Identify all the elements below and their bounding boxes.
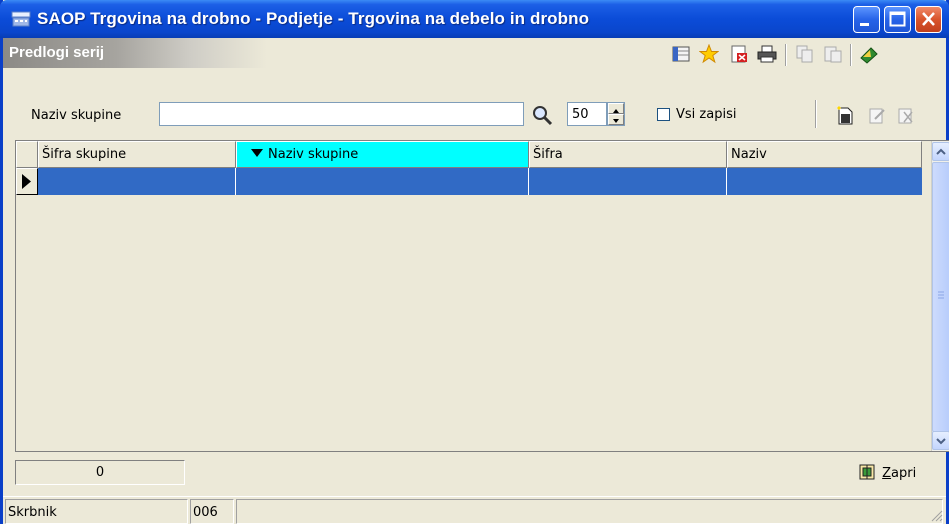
print-icon[interactable]	[757, 44, 777, 64]
toolbar-separator	[815, 100, 817, 128]
new-document-icon[interactable]	[835, 106, 855, 126]
paste-icon[interactable]	[823, 44, 843, 64]
maximize-button[interactable]	[884, 6, 911, 33]
close-window-button[interactable]	[915, 6, 942, 33]
series-grid[interactable]: Šifra skupine Naziv skupine Šifra Naziv	[15, 140, 949, 452]
status-code: 006	[190, 499, 234, 524]
scroll-thumb[interactable]	[932, 162, 949, 432]
close-button-label: apri	[891, 466, 917, 481]
favorite-star-icon[interactable]	[698, 43, 720, 64]
spinner-down-button[interactable]	[608, 114, 624, 125]
maximize-icon	[889, 11, 906, 27]
cash-register-icon	[11, 10, 31, 28]
status-bar: Skrbnik 006	[3, 496, 946, 524]
grip-icon	[938, 291, 944, 299]
title-bar[interactable]: SAOP Trgovina na drobno - Podjetje - Trg…	[0, 0, 949, 38]
cell-code[interactable]	[529, 168, 727, 195]
table-row[interactable]	[16, 168, 922, 195]
toolbar-separator	[785, 44, 787, 66]
spinner-up-button[interactable]	[608, 103, 624, 114]
close-book-icon	[859, 464, 875, 480]
cell-group-code[interactable]	[16, 168, 236, 195]
record-limit-spinner[interactable]	[607, 102, 625, 126]
delete-record-icon[interactable]	[896, 106, 916, 126]
status-user: Skrbnik	[5, 499, 188, 524]
app-window: SAOP Trgovina na drobno - Podjetje - Trg…	[0, 0, 949, 524]
status-message	[236, 499, 943, 524]
toolbar-separator	[850, 44, 852, 66]
grid-header: Šifra skupine Naziv skupine Šifra Naziv	[16, 141, 922, 168]
row-indicator	[16, 168, 38, 195]
copy-icon[interactable]	[795, 44, 815, 64]
sort-descending-icon	[251, 149, 263, 157]
group-name-input[interactable]	[159, 102, 524, 126]
minimize-icon	[860, 23, 869, 26]
chevron-up-icon	[936, 148, 946, 155]
record-limit-input[interactable]	[567, 102, 607, 126]
close-icon	[922, 12, 935, 26]
window-title: SAOP Trgovina na drobno - Podjetje - Trg…	[37, 9, 590, 28]
all-records-checkbox[interactable]	[657, 108, 670, 121]
exit-door-icon[interactable]	[859, 44, 879, 64]
current-row-arrow-icon	[22, 174, 31, 189]
chevron-down-icon	[613, 119, 619, 123]
column-header-group-name[interactable]: Naziv skupine	[236, 141, 529, 168]
grid-corner	[16, 141, 38, 168]
close-button[interactable]: Zapri	[858, 463, 916, 481]
section-title: Predlogi serij	[9, 44, 105, 61]
all-records-label: Vsi zapisi	[676, 107, 737, 122]
group-name-label: Naziv skupine	[31, 108, 122, 123]
delete-document-icon[interactable]	[729, 44, 749, 64]
column-header-code[interactable]: Šifra	[529, 141, 727, 168]
cell-group-name[interactable]	[236, 168, 529, 195]
column-header-name[interactable]: Naziv	[727, 141, 922, 168]
columns-icon[interactable]	[671, 44, 691, 64]
scroll-down-button[interactable]	[932, 431, 949, 450]
chevron-down-icon	[936, 438, 946, 445]
search-icon[interactable]	[531, 104, 553, 126]
resize-grip-icon[interactable]	[929, 508, 943, 522]
column-header-group-code[interactable]: Šifra skupine	[38, 141, 236, 168]
section-header: Predlogi serij	[3, 38, 946, 68]
vertical-scrollbar[interactable]	[931, 141, 949, 451]
cell-name[interactable]	[727, 168, 922, 195]
scroll-up-button[interactable]	[932, 142, 949, 161]
minimize-button[interactable]	[853, 6, 880, 33]
edit-document-icon[interactable]	[867, 106, 887, 126]
record-count: 0	[15, 460, 185, 485]
